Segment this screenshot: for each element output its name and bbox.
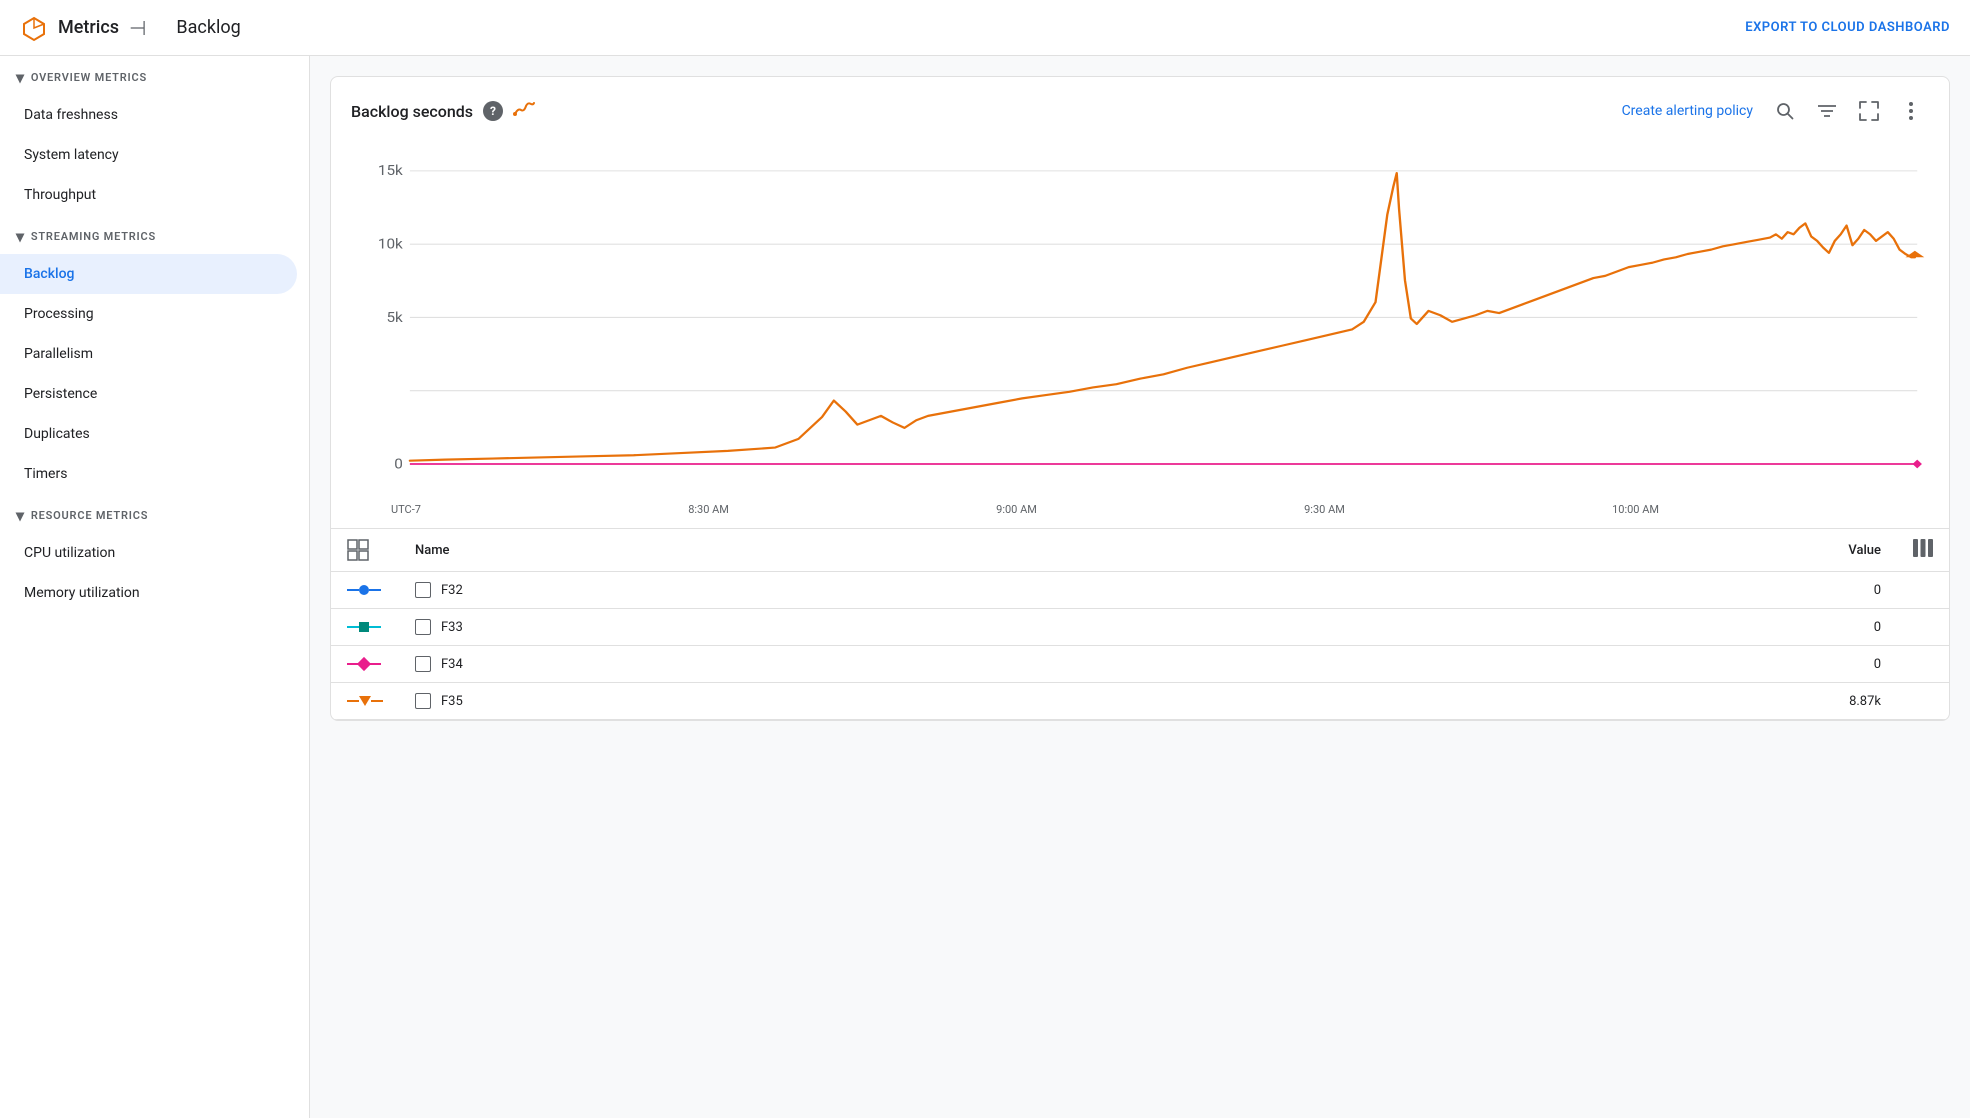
row-checkbox-f33[interactable]	[415, 619, 431, 635]
more-options-button[interactable]	[1893, 93, 1929, 129]
time-label-utc: UTC-7	[391, 503, 421, 516]
sidebar-section-overview-label: OVERVIEW METRICS	[31, 71, 147, 84]
sidebar-item-memory-utilization[interactable]: Memory utilization	[0, 573, 297, 613]
chart-actions: Create alerting policy	[1622, 93, 1929, 129]
chart-wrapper: 15k 10k 5k 0	[331, 139, 1949, 528]
export-to-cloud-dashboard-link[interactable]: EXPORT TO CLOUD DASHBOARD	[1745, 20, 1950, 35]
chevron-down-icon: ▾	[16, 68, 25, 87]
sidebar-section-resource[interactable]: ▾ RESOURCE METRICS	[0, 494, 309, 533]
sidebar-item-throughput[interactable]: Throughput	[0, 175, 297, 215]
help-icon[interactable]: ?	[483, 101, 503, 121]
fullscreen-button[interactable]	[1851, 93, 1887, 129]
row-label-f34: F34	[441, 657, 463, 672]
app-title: Metrics	[58, 17, 119, 38]
sidebar-item-processing[interactable]: Processing	[0, 294, 297, 334]
content-area: Backlog seconds ? Create alerting policy	[310, 56, 1970, 1118]
table-row: F35 8.87k	[331, 683, 1949, 720]
app-logo-icon	[20, 14, 48, 42]
row-name-cell-f32: F32	[399, 572, 1227, 609]
row-value-f32: 0	[1227, 572, 1897, 609]
chart-header: Backlog seconds ? Create alerting policy	[331, 77, 1949, 139]
name-column-header: Name	[399, 529, 1227, 572]
sidebar-section-streaming-label: STREAMING METRICS	[31, 230, 156, 243]
sidebar-item-parallelism[interactable]: Parallelism	[0, 334, 297, 374]
chevron-down-icon-resource: ▾	[16, 506, 25, 525]
row-name-cell-f33: F33	[399, 609, 1227, 646]
row-value-f34: 0	[1227, 646, 1897, 683]
columns-icon-header[interactable]	[1897, 529, 1949, 572]
page-title: Backlog	[176, 17, 240, 38]
chevron-down-icon-streaming: ▾	[16, 227, 25, 246]
legend-table-container: Name Value	[331, 528, 1949, 720]
time-label-930: 9:30 AM	[1304, 503, 1345, 516]
value-column-header: Value	[1227, 529, 1897, 572]
svg-text:10k: 10k	[378, 235, 403, 252]
row-label-f35: F35	[441, 694, 463, 709]
sidebar-item-backlog[interactable]: Backlog	[0, 254, 297, 294]
sidebar-item-system-latency[interactable]: System latency	[0, 135, 297, 175]
row-indicator-f34	[331, 646, 399, 683]
chart-card: Backlog seconds ? Create alerting policy	[330, 76, 1950, 721]
filter-button[interactable]	[1809, 93, 1845, 129]
sidebar-item-cpu-utilization[interactable]: CPU utilization	[0, 533, 297, 573]
time-label-900: 9:00 AM	[996, 503, 1037, 516]
row-checkbox-f35[interactable]	[415, 693, 431, 709]
sidebar-section-streaming[interactable]: ▾ STREAMING METRICS	[0, 215, 309, 254]
row-checkbox-f32[interactable]	[415, 582, 431, 598]
table-row: F33 0	[331, 609, 1949, 646]
time-label-830: 8:30 AM	[688, 503, 729, 516]
row-name-cell-f34: F34	[399, 646, 1227, 683]
sidebar-item-duplicates[interactable]: Duplicates	[0, 414, 297, 454]
row-value-f35: 8.87k	[1227, 683, 1897, 720]
sidebar-item-data-freshness[interactable]: Data freshness	[0, 95, 297, 135]
row-indicator-f33	[331, 609, 399, 646]
chart-title-area: Backlog seconds ?	[351, 100, 535, 123]
svg-text:15k: 15k	[378, 162, 403, 179]
svg-text:5k: 5k	[386, 308, 403, 325]
sidebar-item-timers[interactable]: Timers	[0, 454, 297, 494]
time-label-1000: 10:00 AM	[1612, 503, 1659, 516]
sidebar: ▾ OVERVIEW METRICS Data freshness System…	[0, 56, 310, 1118]
collapse-sidebar-icon[interactable]: ⊣	[129, 16, 146, 40]
row-checkbox-f34[interactable]	[415, 656, 431, 672]
legend-table: Name Value	[331, 528, 1949, 720]
time-label-end	[1926, 503, 1929, 516]
svg-text:0: 0	[394, 455, 403, 472]
row-name-cell-f35: F35	[399, 683, 1227, 720]
row-indicator-f35	[331, 683, 399, 720]
sidebar-section-resource-label: RESOURCE METRICS	[31, 509, 148, 522]
sidebar-section-overview[interactable]: ▾ OVERVIEW METRICS	[0, 56, 309, 95]
chart-container: 15k 10k 5k 0	[331, 139, 1949, 499]
top-bar-left: Metrics ⊣ Backlog	[20, 14, 241, 42]
legend-color-header	[331, 529, 399, 572]
row-indicator-f32	[331, 572, 399, 609]
row-label-f33: F33	[441, 620, 463, 635]
table-row: F34 0	[331, 646, 1949, 683]
time-axis: UTC-7 8:30 AM 9:00 AM 9:30 AM 10:00 AM	[331, 499, 1949, 528]
main-layout: ▾ OVERVIEW METRICS Data freshness System…	[0, 56, 1970, 1118]
create-alerting-policy-link[interactable]: Create alerting policy	[1622, 103, 1753, 119]
row-label-f32: F32	[441, 583, 463, 598]
metrics-icon[interactable]	[513, 100, 535, 123]
chart-svg: 15k 10k 5k 0	[351, 149, 1929, 499]
table-row: F32 0	[331, 572, 1949, 609]
row-value-f33: 0	[1227, 609, 1897, 646]
chart-title: Backlog seconds	[351, 102, 473, 121]
sidebar-item-persistence[interactable]: Persistence	[0, 374, 297, 414]
search-button[interactable]	[1767, 93, 1803, 129]
top-bar: Metrics ⊣ Backlog EXPORT TO CLOUD DASHBO…	[0, 0, 1970, 56]
